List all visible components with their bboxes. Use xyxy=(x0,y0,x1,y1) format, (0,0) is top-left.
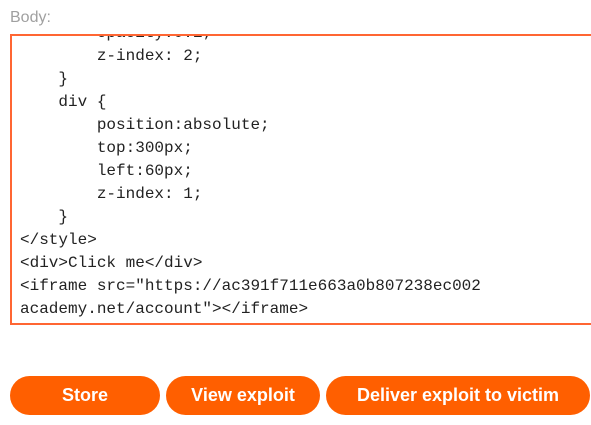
code-line: position:absolute; xyxy=(20,116,270,134)
body-textarea-content: opacity:0.1; z-index: 2; } div { positio… xyxy=(20,36,481,321)
body-textarea[interactable]: opacity:0.1; z-index: 2; } div { positio… xyxy=(10,34,591,325)
deliver-exploit-button[interactable]: Deliver exploit to victim xyxy=(326,376,590,415)
code-line: } xyxy=(20,70,69,88)
body-field-label: Body: xyxy=(10,9,51,26)
code-line: academy.net/account"></iframe> xyxy=(20,300,309,318)
code-line: </style> xyxy=(20,231,97,249)
code-line: top:300px; xyxy=(20,139,193,157)
code-line: left:60px; xyxy=(20,162,193,180)
code-line: div { xyxy=(20,93,107,111)
code-line: <div>Click me</div> xyxy=(20,254,203,272)
code-line: <iframe src="https://ac391f711e663a0b807… xyxy=(20,277,481,295)
code-line: opacity:0.1; xyxy=(20,36,481,45)
code-line: } xyxy=(20,208,69,226)
store-button[interactable]: Store xyxy=(10,376,160,415)
view-exploit-button[interactable]: View exploit xyxy=(166,376,320,415)
code-line: z-index: 2; xyxy=(20,47,203,65)
code-line: z-index: 1; xyxy=(20,185,203,203)
